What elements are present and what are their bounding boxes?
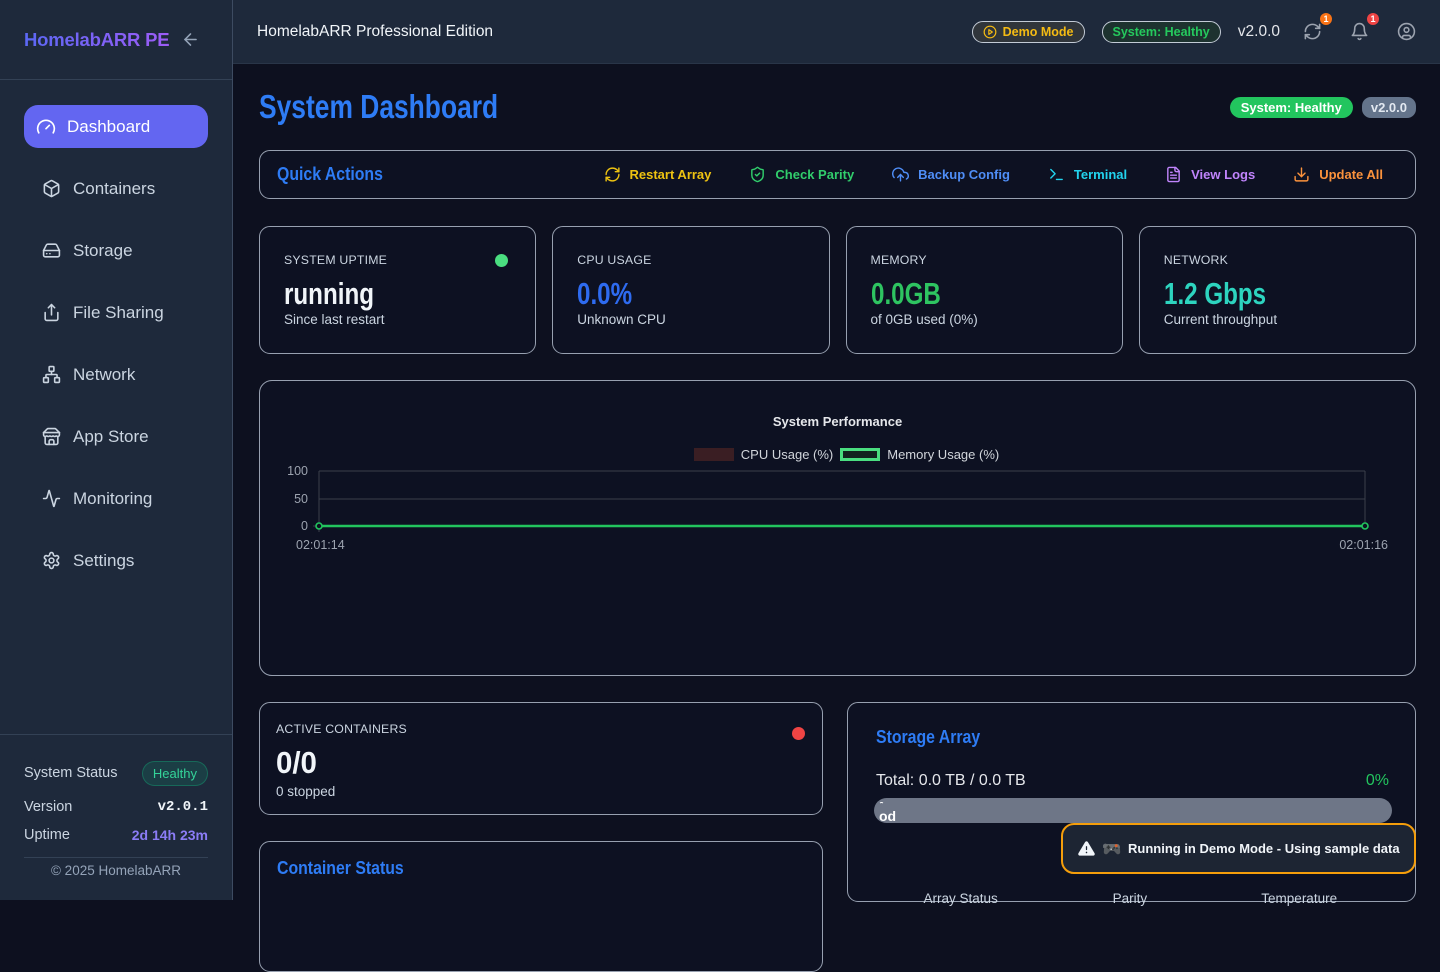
svg-text:100: 100 [287, 464, 308, 478]
svg-text:02:01:14: 02:01:14 [296, 538, 345, 552]
svg-text:02:01:16: 02:01:16 [1339, 538, 1388, 552]
svg-text:50: 50 [294, 492, 308, 506]
svg-text:0: 0 [301, 519, 308, 533]
